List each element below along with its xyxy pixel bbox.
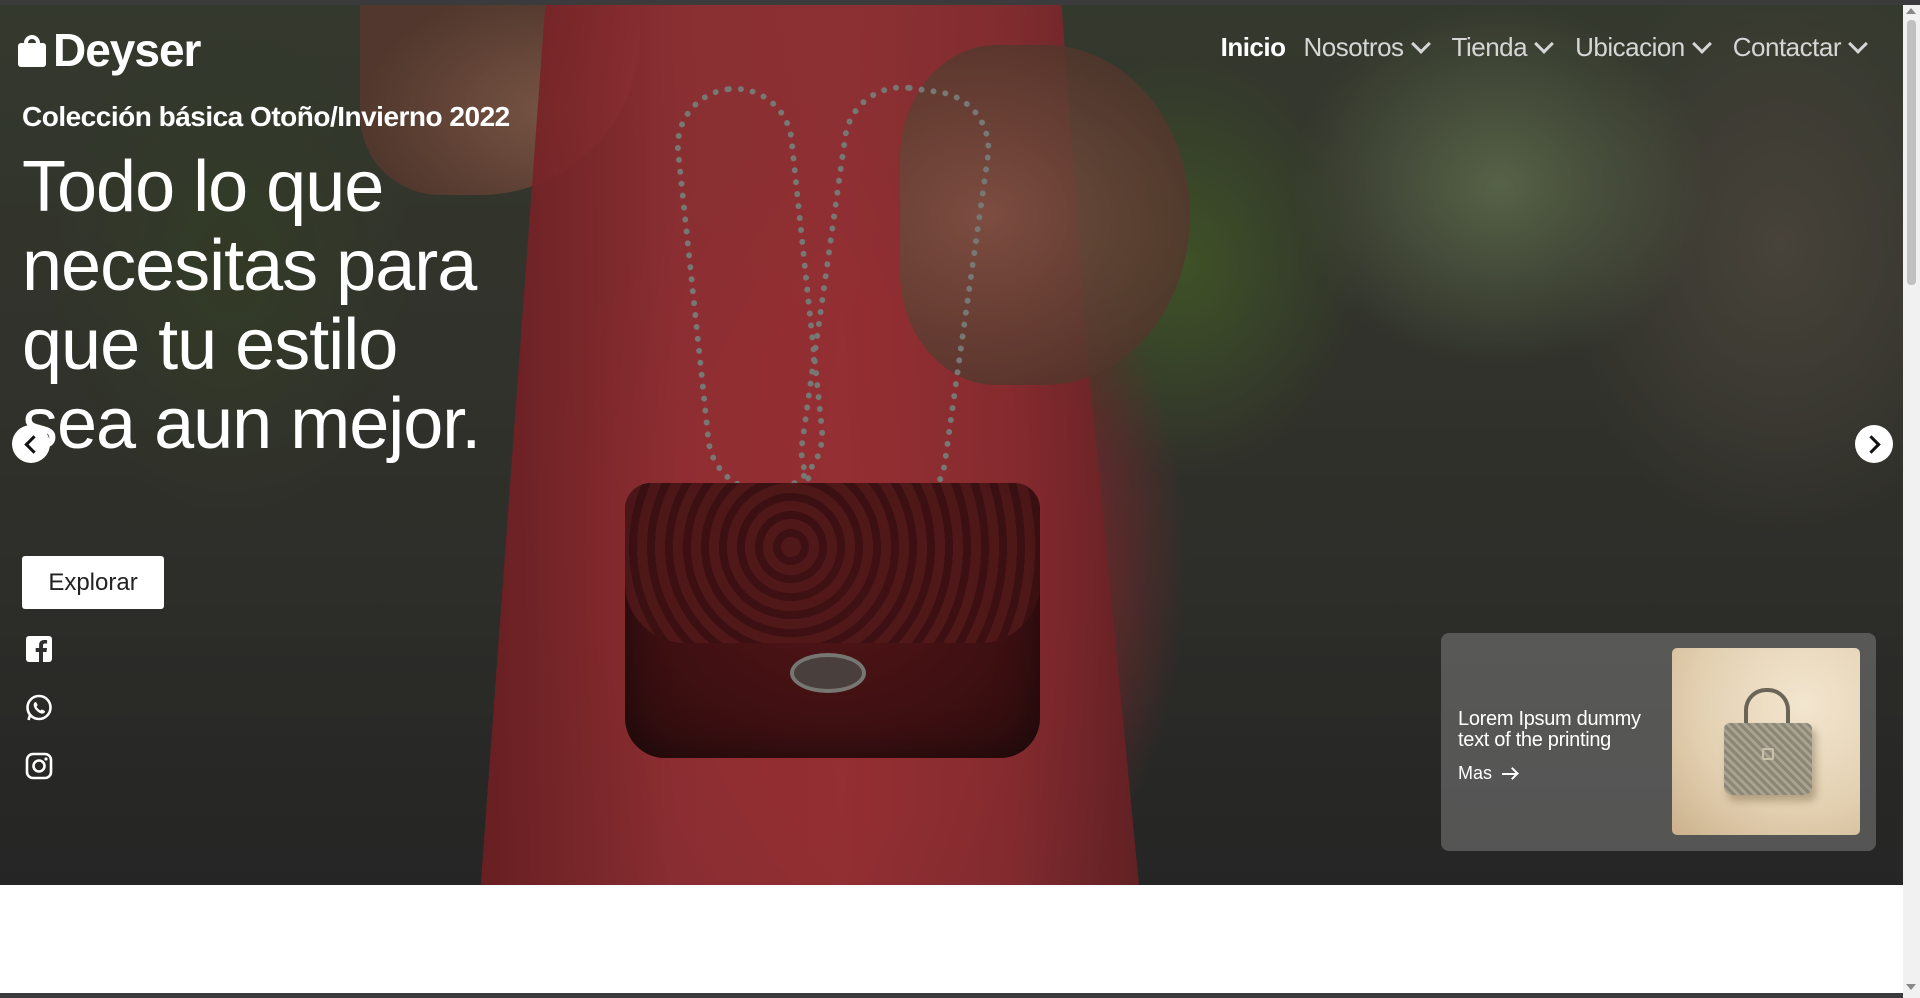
carousel-prev-button[interactable] [12,425,50,463]
hero-kicker: Colección básica Otoño/Invierno 2022 [22,101,510,132]
scroll-up-icon[interactable] [1906,8,1916,14]
promo-card-text: Lorem Ipsum dummy text of the printing [1458,708,1641,751]
arrow-right-icon [1502,767,1518,781]
promo-handbag-image[interactable] [1672,648,1860,835]
whatsapp-icon[interactable] [24,693,54,723]
instagram-icon[interactable] [24,751,54,781]
chevron-left-icon [24,434,43,454]
promo-card: Lorem Ipsum dummy text of the printing M… [1441,633,1876,851]
hero-carousel: Deyser Inicio Nosotros Tienda Ubicacion … [0,5,1903,885]
bottom-border [0,993,1903,998]
nav-item-inicio[interactable]: Inicio [1221,32,1286,63]
brand-name: Deyser [53,24,201,76]
nav-item-ubicacion[interactable]: Ubicacion [1575,32,1715,63]
chevron-down-icon [1410,33,1431,54]
main-nav: Inicio Nosotros Tienda Ubicacion Contact… [1221,32,1871,63]
scrollbar-thumb[interactable] [1907,20,1916,285]
nav-item-label: Nosotros [1303,32,1405,62]
nav-item-label: Tienda [1451,32,1528,62]
chevron-down-icon [1848,33,1868,54]
promo-more-link[interactable]: Mas [1458,763,1518,784]
chevron-down-icon [1691,33,1712,54]
chevron-down-icon [1534,33,1554,54]
nav-item-tienda[interactable]: Tienda [1452,32,1558,63]
explore-button[interactable]: Explorar [22,556,164,609]
chevron-right-icon [1862,434,1881,454]
facebook-icon[interactable] [24,634,54,664]
nav-item-label: Ubicacion [1575,32,1685,62]
nav-item-nosotros[interactable]: Nosotros [1304,32,1434,63]
hero-headline: Todo lo que necesitas para que tu estilo… [22,147,481,464]
carousel-next-button[interactable] [1855,425,1893,463]
nav-item-contactar[interactable]: Contactar [1733,32,1871,63]
scroll-down-icon[interactable] [1906,984,1916,990]
handbag-clasp [1762,748,1774,760]
brand-logo[interactable]: Deyser [17,24,201,76]
nav-item-label: Contactar [1732,32,1842,62]
promo-more-label: Mas [1458,763,1493,783]
nav-item-label: Inicio [1220,32,1286,62]
shopping-bag-icon [17,33,47,67]
